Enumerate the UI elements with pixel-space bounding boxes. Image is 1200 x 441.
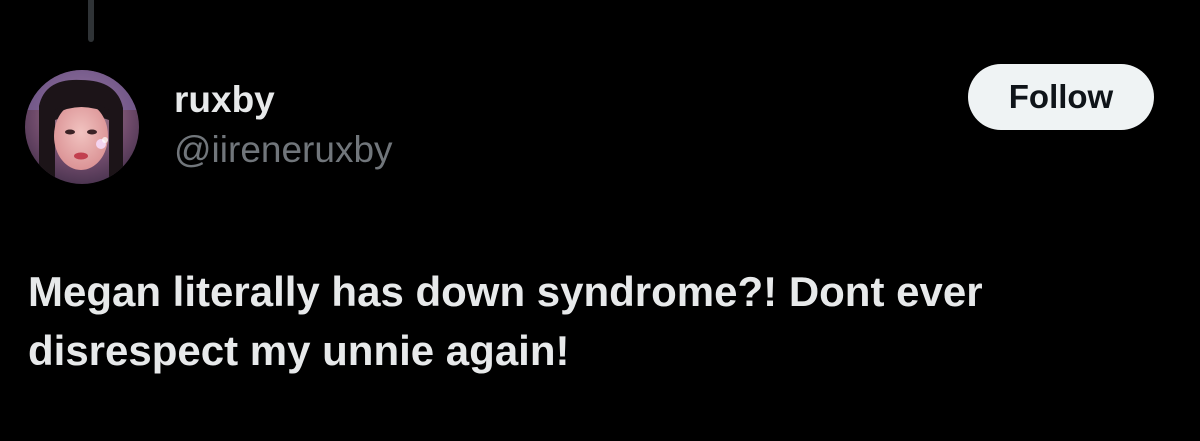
avatar-image xyxy=(25,70,139,184)
follow-button[interactable]: Follow xyxy=(968,64,1154,130)
tweet-text: Megan literally has down syndrome?! Dont… xyxy=(28,268,983,374)
user-handle[interactable]: @iireneruxby xyxy=(174,128,393,172)
avatar[interactable] xyxy=(25,70,139,184)
thread-connector-line xyxy=(88,0,94,42)
display-name[interactable]: ruxby xyxy=(174,78,275,122)
